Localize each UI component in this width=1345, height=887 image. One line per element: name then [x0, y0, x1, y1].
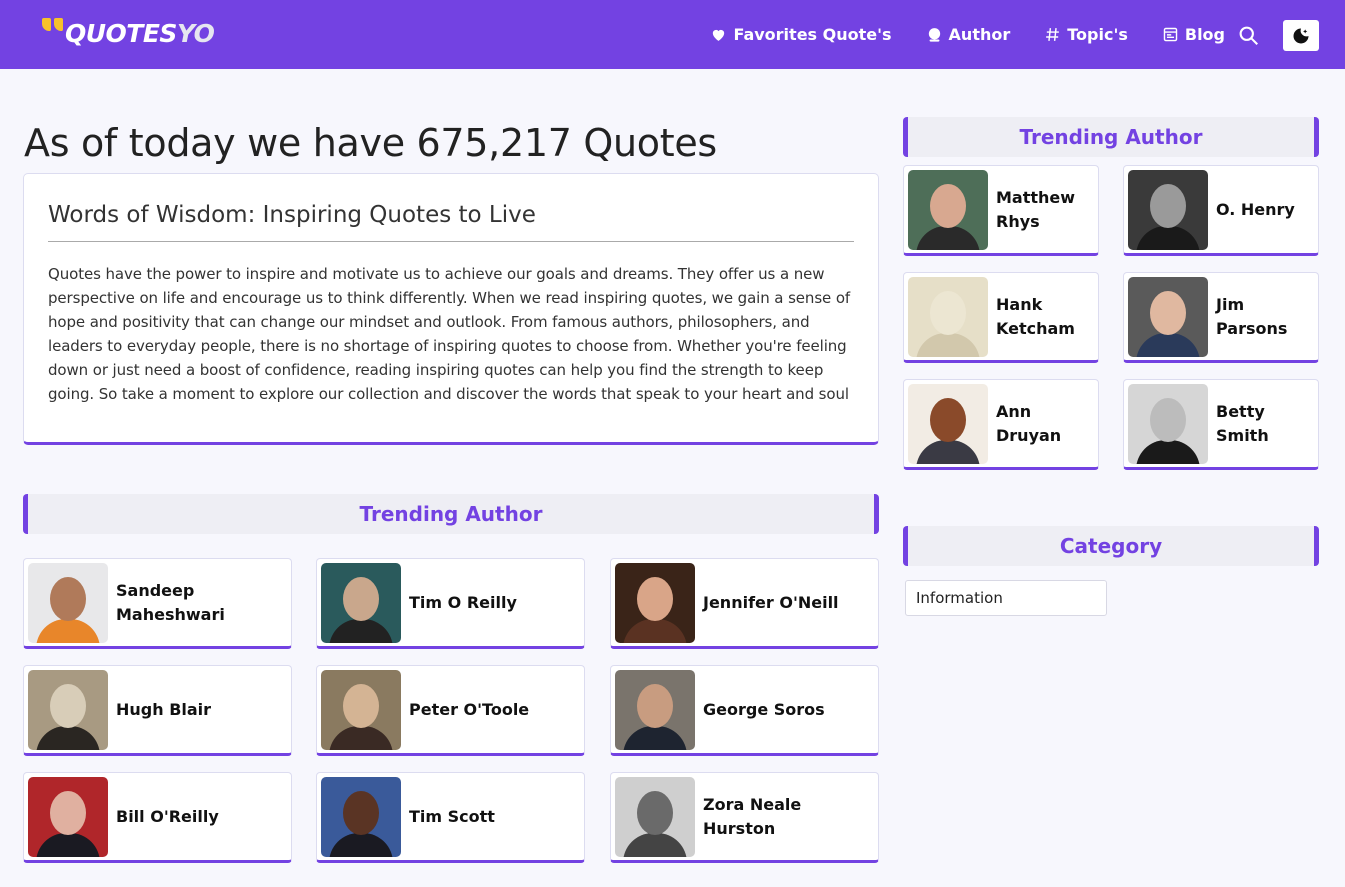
- author-name: Betty Smith: [1216, 401, 1269, 445]
- author-name: Ann Druyan: [996, 401, 1062, 445]
- sidebar-author-card[interactable]: Ann Druyan: [903, 379, 1099, 470]
- sidebar-trending-heading: Trending Author: [903, 117, 1319, 157]
- author-name: Matthew Rhys: [996, 187, 1076, 231]
- author-card[interactable]: Hugh Blair: [23, 665, 292, 756]
- author-photo: [908, 169, 988, 250]
- nav-blog[interactable]: Blog: [1162, 25, 1225, 44]
- nav-topics[interactable]: Topic's: [1044, 25, 1128, 44]
- author-name: Hank Ketcham: [996, 294, 1075, 338]
- author-photo: [321, 776, 401, 857]
- nav-favorites[interactable]: Favorites Quote's: [710, 25, 892, 44]
- user-icon: [928, 28, 940, 42]
- author-name: Sandeep Maheshwari: [116, 580, 225, 624]
- author-photo: [321, 562, 401, 643]
- author-card[interactable]: Zora Neale Hurston: [610, 772, 879, 863]
- sidebar-author-card[interactable]: Matthew Rhys: [903, 165, 1099, 256]
- author-card[interactable]: Tim Scott: [316, 772, 585, 863]
- nav-blog-label: Blog: [1184, 25, 1225, 44]
- author-card[interactable]: Peter O'Toole: [316, 665, 585, 756]
- logo-text: QUOTES: [65, 19, 177, 48]
- author-card[interactable]: Jennifer O'Neill: [610, 558, 879, 649]
- author-photo: [1128, 276, 1208, 357]
- theme-toggle-button[interactable]: [1283, 20, 1319, 51]
- search-icon: [1239, 26, 1258, 45]
- author-photo: [28, 669, 108, 750]
- wisdom-title: Words of Wisdom: Inspiring Quotes to Liv…: [48, 202, 854, 242]
- author-name: Peter O'Toole: [409, 699, 530, 719]
- page-title: As of today we have 675,217 Quotes: [24, 121, 717, 165]
- sidebar-author-card[interactable]: Betty Smith: [1123, 379, 1319, 470]
- author-card[interactable]: Bill O'Reilly: [23, 772, 292, 863]
- author-card[interactable]: Tim O Reilly: [316, 558, 585, 649]
- category-heading: Category: [903, 526, 1319, 566]
- author-name: Zora Neale Hurston: [703, 794, 802, 838]
- sidebar-author-card[interactable]: O. Henry: [1123, 165, 1319, 256]
- author-name: Tim Scott: [409, 806, 495, 826]
- moon-icon: [1293, 28, 1309, 43]
- author-name: George Soros: [703, 699, 825, 719]
- author-card[interactable]: Sandeep Maheshwari: [23, 558, 292, 649]
- author-name: Jim Parsons: [1216, 294, 1288, 338]
- author-name: Tim O Reilly: [409, 592, 517, 612]
- nav-topics-label: Topic's: [1067, 25, 1128, 44]
- main-nav: Favorites Quote's Author Topic's Blog: [710, 0, 1225, 69]
- author-photo: [615, 669, 695, 750]
- wisdom-body: Quotes have the power to inspire and mot…: [48, 265, 851, 403]
- nav-favorites-label: Favorites Quote's: [733, 25, 892, 44]
- author-photo: [908, 383, 988, 464]
- blog-icon: [1163, 27, 1178, 42]
- sidebar-author-card[interactable]: Jim Parsons: [1123, 272, 1319, 363]
- wisdom-card: Words of Wisdom: Inspiring Quotes to Liv…: [23, 173, 879, 445]
- author-photo: [615, 562, 695, 643]
- quote-mark-icon: [42, 18, 63, 31]
- author-photo: [28, 562, 108, 643]
- heart-icon: [713, 29, 725, 41]
- hash-icon: [1046, 28, 1060, 41]
- author-photo: [1128, 383, 1208, 464]
- sidebar-author-card[interactable]: Hank Ketcham: [903, 272, 1099, 363]
- author-card[interactable]: George Soros: [610, 665, 879, 756]
- logo-text-accent: YO: [176, 19, 215, 48]
- nav-author-label: Author: [948, 25, 1011, 44]
- author-name: Bill O'Reilly: [116, 806, 219, 826]
- author-name: O. Henry: [1216, 199, 1295, 219]
- author-photo: [28, 776, 108, 857]
- nav-author[interactable]: Author: [926, 25, 1011, 44]
- category-item-information[interactable]: Information: [905, 580, 1107, 616]
- author-photo: [321, 669, 401, 750]
- search-button[interactable]: [1238, 25, 1259, 46]
- trending-author-heading: Trending Author: [23, 494, 879, 534]
- site-logo[interactable]: QUOTESYO: [42, 16, 215, 52]
- author-name: Jennifer O'Neill: [703, 592, 839, 612]
- top-navbar: QUOTESYO Favorites Quote's Author Topic'…: [0, 0, 1345, 69]
- author-photo: [615, 776, 695, 857]
- author-photo: [908, 276, 988, 357]
- author-photo: [1128, 169, 1208, 250]
- author-name: Hugh Blair: [116, 699, 212, 719]
